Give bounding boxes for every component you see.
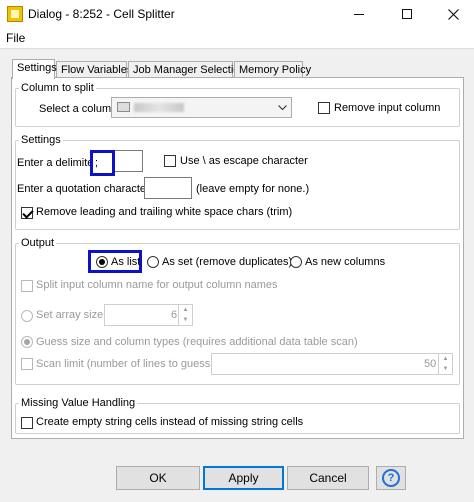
- trim-label: Remove leading and trailing white space …: [36, 206, 293, 218]
- missing-value-legend: Missing Value Handling: [21, 397, 136, 409]
- escape-char-checkbox[interactable]: [164, 155, 176, 167]
- help-button[interactable]: ?: [376, 466, 406, 490]
- remove-input-column-label: Remove input column: [334, 102, 441, 114]
- empty-cells-label: Create empty string cells instead of mis…: [36, 416, 304, 428]
- spinner-down-icon[interactable]: ▼: [178, 315, 192, 325]
- quotation-char-input[interactable]: [144, 177, 192, 199]
- close-icon: [447, 8, 459, 20]
- chevron-down-icon: [278, 105, 287, 111]
- trim-checkbox[interactable]: [21, 207, 33, 219]
- maximize-icon: [402, 9, 412, 19]
- scan-limit-checkbox[interactable]: [21, 358, 33, 370]
- menu-bar: [0, 28, 474, 48]
- spinner-up-icon[interactable]: ▲: [438, 354, 452, 364]
- tab-flow-variables[interactable]: Flow Variables: [56, 61, 132, 78]
- empty-cells-checkbox[interactable]: [21, 417, 33, 429]
- column-type-icon: [117, 102, 130, 112]
- column-name-redacted: [134, 103, 184, 112]
- array-size-label: Set array size: [36, 309, 104, 321]
- tab-settings[interactable]: Settings: [12, 59, 57, 79]
- scan-limit-label: Scan limit (number of lines to guess on): [36, 358, 230, 370]
- as-new-columns-label: As new columns: [305, 256, 386, 268]
- quotation-hint: (leave empty for none.): [196, 183, 310, 195]
- escape-char-label: Use \ as escape character: [180, 155, 308, 167]
- menu-file[interactable]: File: [6, 31, 25, 45]
- delimiter-label: Enter a delimiter:: [17, 157, 101, 169]
- spinner-up-icon[interactable]: ▲: [178, 305, 192, 315]
- array-size-value: 6: [171, 309, 178, 321]
- minimize-icon: [354, 13, 364, 15]
- as-new-columns-radio[interactable]: [290, 256, 302, 268]
- spinner-down-icon[interactable]: ▼: [438, 364, 452, 374]
- quotation-char-label: Enter a quotation character:: [17, 183, 153, 195]
- as-list-label: As list: [111, 256, 141, 268]
- guess-size-radio[interactable]: [21, 336, 33, 348]
- split-names-label: Split input column name for output colum…: [36, 279, 278, 291]
- as-set-label: As set (remove duplicates): [162, 256, 293, 268]
- scan-limit-value: 50: [424, 358, 437, 370]
- as-list-radio[interactable]: [96, 256, 108, 268]
- scan-limit-spinner[interactable]: 50 ▲ ▼: [211, 353, 453, 375]
- knime-node-icon: [7, 6, 23, 22]
- close-button[interactable]: [430, 0, 474, 28]
- column-to-split-legend: Column to split: [21, 82, 94, 94]
- tab-job-manager-selection[interactable]: Job Manager Selection: [128, 61, 246, 78]
- split-names-checkbox[interactable]: [21, 280, 33, 292]
- as-set-radio[interactable]: [147, 256, 159, 268]
- delimiter-input[interactable]: ;: [90, 150, 115, 176]
- apply-button[interactable]: Apply: [203, 466, 284, 490]
- cancel-button[interactable]: Cancel: [287, 466, 369, 490]
- remove-input-column-checkbox[interactable]: [318, 102, 330, 114]
- window-title: Dialog - 8:252 - Cell Splitter: [28, 7, 175, 21]
- maximize-button[interactable]: [384, 0, 430, 28]
- minimize-button[interactable]: [336, 0, 382, 28]
- guess-size-label: Guess size and column types (requires ad…: [36, 336, 358, 348]
- select-column-label: Select a column:: [39, 103, 121, 115]
- settings-legend: Settings: [21, 134, 61, 146]
- help-icon: ?: [382, 469, 400, 487]
- output-legend: Output: [21, 237, 55, 249]
- column-select[interactable]: [111, 97, 292, 118]
- array-size-radio[interactable]: [21, 310, 33, 322]
- array-size-spinner[interactable]: 6 ▲ ▼: [104, 304, 193, 326]
- tab-memory-policy[interactable]: Memory Policy: [234, 61, 311, 78]
- ok-button[interactable]: OK: [116, 466, 200, 490]
